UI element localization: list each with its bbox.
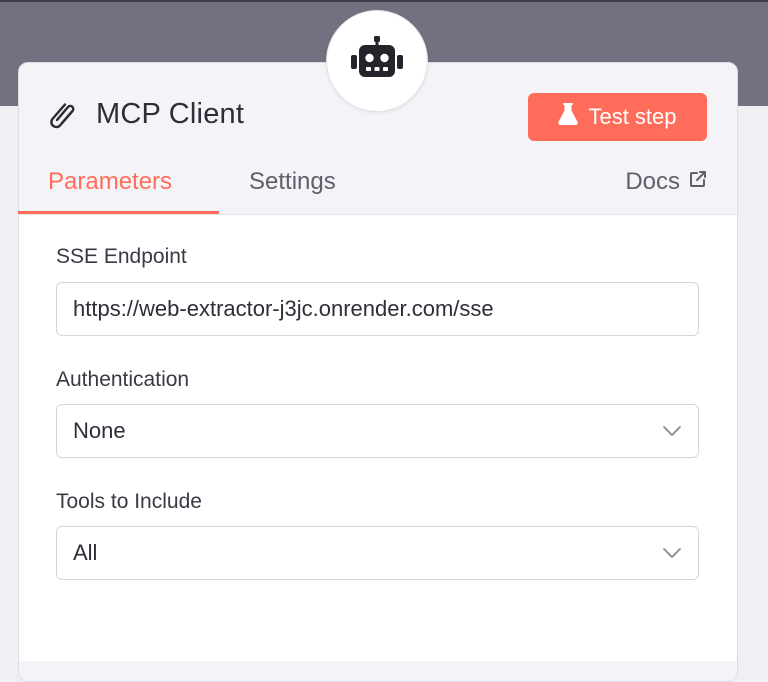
sse-endpoint-value: https://web-extractor-j3jc.onrender.com/… xyxy=(73,296,494,321)
authentication-label: Authentication xyxy=(56,368,190,391)
chevron-down-icon xyxy=(662,546,682,560)
docs-link[interactable]: Docs xyxy=(625,168,708,196)
test-step-label: Test step xyxy=(588,104,677,129)
active-tab-indicator xyxy=(18,211,219,214)
sse-endpoint-label: SSE Endpoint xyxy=(56,245,187,268)
authentication-value: None xyxy=(73,418,126,443)
flask-icon xyxy=(558,103,579,131)
external-link-icon xyxy=(688,168,708,196)
canvas-top-edge xyxy=(0,0,768,2)
tools-to-include-label: Tools to Include xyxy=(56,490,202,513)
node-title: MCP Client xyxy=(96,98,245,130)
tools-to-include-select[interactable]: All xyxy=(56,526,699,580)
chevron-down-icon xyxy=(662,424,682,438)
authentication-select[interactable]: None xyxy=(56,404,699,458)
node-tabs: Parameters Settings Docs xyxy=(18,166,738,215)
docs-label: Docs xyxy=(625,168,680,195)
node-type-badge xyxy=(318,11,436,111)
parameters-form: SSE Endpoint https://web-extractor-j3jc.… xyxy=(19,215,737,661)
tools-to-include-value: All xyxy=(73,540,98,565)
test-step-button[interactable]: Test step xyxy=(528,93,707,141)
robot-icon xyxy=(350,35,404,87)
tab-settings[interactable]: Settings xyxy=(249,168,336,196)
tab-parameters[interactable]: Parameters xyxy=(48,168,172,196)
paperclip-icon xyxy=(48,98,80,130)
sse-endpoint-input[interactable]: https://web-extractor-j3jc.onrender.com/… xyxy=(56,282,699,336)
